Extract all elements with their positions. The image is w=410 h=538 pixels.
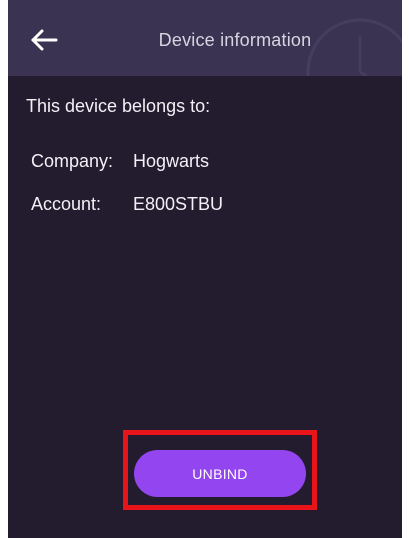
device-info-screen: Device information This device belongs t… [8, 0, 402, 538]
account-value: E800STBU [133, 194, 224, 214]
company-label: Company: [31, 151, 114, 171]
company-row: Company: Hogwarts [31, 151, 209, 172]
account-label: Account: [31, 194, 102, 214]
account-row: Account: E800STBU [31, 194, 223, 215]
page-title: Device information [158, 30, 312, 50]
back-button[interactable] [26, 22, 62, 58]
company-value: Hogwarts [133, 151, 210, 171]
arrow-left-icon [31, 29, 58, 51]
header-bar: Device information [8, 0, 402, 76]
unbind-button[interactable]: UNBIND [134, 450, 306, 497]
belongs-heading: This device belongs to: [26, 96, 211, 116]
